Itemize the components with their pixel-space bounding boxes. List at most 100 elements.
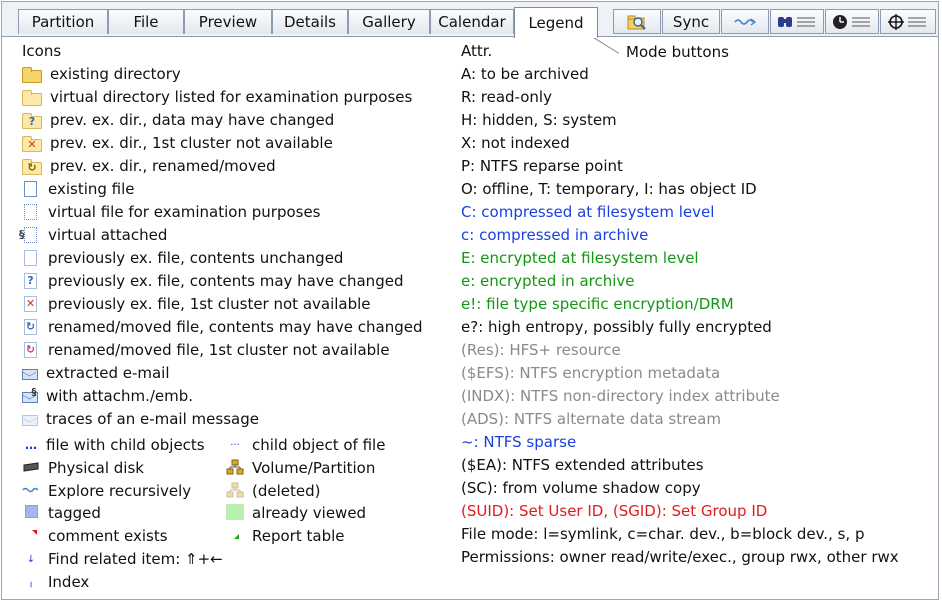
tab-preview[interactable]: Preview [184,9,272,34]
legend-item: virtual file for examination purposes [22,201,321,223]
legend-item: traces of an e-mail message [22,408,259,430]
child-object-icon: ··· [230,439,240,451]
virtual-file-icon [24,204,37,220]
physical-disk-icon [22,461,40,475]
search-mode-button[interactable] [613,9,661,34]
legend-item: tagged [22,502,101,524]
crosshair-icon [888,13,926,30]
tab-gallery[interactable]: Gallery [348,9,430,34]
legend-item: (deleted) [226,480,320,502]
attribute-item: A: to be archived [461,65,589,83]
attribute-item: e!: file type specific encryption/DRM [461,295,734,313]
attribute-item: (SC): from volume shadow copy [461,479,701,497]
attribute-item: (SUID): Set User ID, (SGID): Set Group I… [461,502,768,520]
explore-recursively-icon [734,17,756,26]
attached-file-icon: § [19,227,37,243]
email-attachment-icon: § [22,387,38,403]
legend-item: existing directory [22,63,181,85]
attribute-item: e?: high entropy, possibly fully encrypt… [461,318,772,336]
legend-item: comment exists [22,525,168,547]
folder-x-icon: ✕ [22,135,42,152]
legend-item: previously ex. file, contents unchanged [22,247,343,269]
tab-calendar[interactable]: Calendar [430,9,514,34]
attribute-item: (INDX): NTFS non-directory index attribu… [461,387,780,405]
attribute-item: X: not indexed [461,134,570,152]
comment-icon [22,529,40,544]
legend-item: § virtual attached [19,226,168,244]
folder-search-icon [627,15,646,30]
legend-item: … file with child objects [22,434,205,456]
explore-recursively-icon [22,484,40,498]
email-trace-icon [22,414,38,426]
legend-item: existing file [22,178,135,200]
virtual-folder-icon [22,89,42,106]
timeline-mode-button[interactable] [825,9,879,34]
target-mode-button[interactable] [880,9,936,34]
folder-icon [22,66,42,83]
report-table-icon [226,529,244,544]
legend-item: extracted e-mail [22,362,170,384]
attribute-item: H: hidden, S: system [461,111,617,129]
tab-bar: Partition File Preview Details Gallery C… [2,2,938,38]
child-objects-icon: … [25,438,37,452]
legend-item: ↻ prev. ex. dir., renamed/moved [22,155,276,177]
file-question-icon: ? [24,273,37,289]
attribute-item: R: read-only [461,88,552,106]
attribute-item: Permissions: owner read/write/exec., gro… [461,548,899,566]
attribute-item: File mode: l=symlink, c=char. dev., b=bl… [461,525,865,543]
tagged-icon [22,505,40,521]
legend-item: ? previously ex. file, contents may have … [22,270,403,292]
tab-legend[interactable]: Legend [514,7,598,38]
attribute-item: ($EFS): NTFS encryption metadata [461,364,721,382]
attribute-item: (ADS): NTFS alternate data stream [461,410,721,428]
tab-partition[interactable]: Partition [18,9,108,34]
attributes-heading: Attr. [461,42,493,60]
explore-recursively-mode-button[interactable] [721,9,769,34]
legend-item: Explore recursively [22,480,191,502]
folder-question-icon: ? [22,112,42,129]
attribute-item: ~: NTFS sparse [461,433,577,451]
folder-renamed-icon: ↻ [22,158,42,175]
legend-item: ··· child object of file [226,434,385,456]
file-icon [24,181,37,197]
attribute-item: e: encrypted in archive [461,272,635,290]
index-icon: ╷ [27,576,35,588]
legend-item: ✕ previously ex. file, 1st cluster not av… [24,295,371,313]
legend-item: ✕ prev. ex. dir., 1st cluster not availab… [22,132,333,154]
file-renamed-red-icon: ↻ [24,342,37,358]
attribute-item: O: offline, T: temporary, I: has object … [461,180,757,198]
legend-item: ↻ renamed/moved file, contents may have c… [24,318,423,336]
email-icon [22,368,38,380]
legend-item: ╷ Index [22,571,89,593]
legend-item: ↻ renamed/moved file, 1st cluster not ava… [24,341,390,359]
related-item-icon: ↓ [26,553,36,565]
mode-buttons-annotation: Mode buttons [626,43,729,61]
tab-file[interactable]: File [108,9,184,34]
attribute-item: E: encrypted at filesystem level [461,249,699,267]
legend-item: Report table [226,525,344,547]
legend-item: ? prev. ex. dir., data may have changed [22,109,334,131]
legend-item: virtual directory listed for examination… [22,86,412,108]
attribute-item: C: compressed at filesystem level [461,203,715,221]
attribute-item: P: NTFS reparse point [461,157,623,175]
attribute-item: c: compressed in archive [461,226,649,244]
tab-details[interactable]: Details [272,9,348,34]
legend-item: Physical disk [22,457,144,479]
attribute-item: ($EA): NTFS extended attributes [461,456,704,474]
binoculars-icon [778,16,815,27]
sync-button[interactable]: Sync [662,9,720,34]
legend-item: § with attachm./emb. [22,385,193,407]
icons-heading: Icons [22,42,62,60]
find-mode-button[interactable] [770,9,824,34]
file-x-icon: ✕ [24,296,37,312]
attribute-item: (Res): HFS+ resource [461,341,621,359]
legend-item: Volume/Partition [226,457,375,479]
viewed-icon [226,503,244,523]
volume-partition-icon [226,459,244,478]
prev-file-icon [24,250,37,266]
legend-item: ↓ Find related item: ⇑+← [22,548,223,570]
legend-item: already viewed [226,502,366,524]
deleted-volume-icon [226,482,244,501]
clock-icon [833,14,870,29]
file-renamed-icon: ↻ [24,319,37,335]
